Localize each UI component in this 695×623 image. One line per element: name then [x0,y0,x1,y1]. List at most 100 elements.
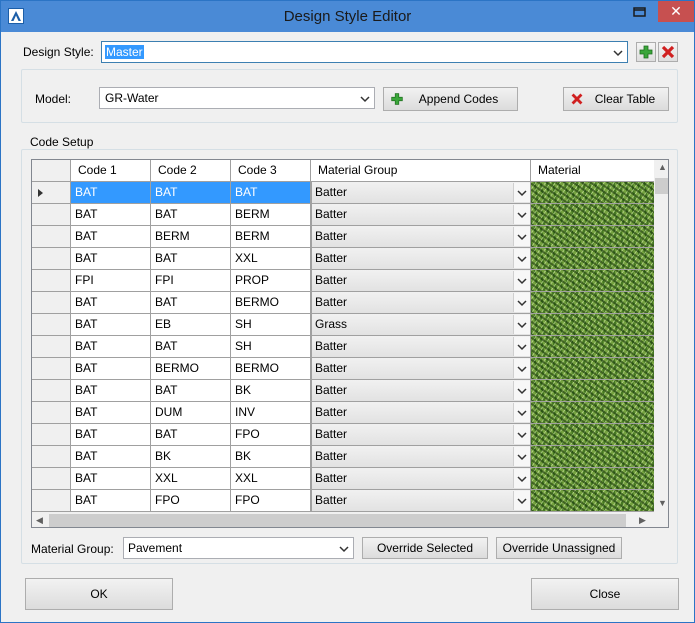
row-header[interactable] [32,204,71,226]
material-group-cell[interactable]: Batter [311,402,531,424]
material-swatch-cell[interactable] [531,182,655,204]
ok-button[interactable]: OK [25,578,173,610]
design-style-select[interactable]: Master [101,41,628,63]
material-group-cell[interactable]: Batter [311,270,531,292]
material-group-dropdown[interactable] [513,249,530,268]
row-header[interactable] [32,446,71,468]
restore-button[interactable] [626,1,652,23]
row-header[interactable] [32,402,71,424]
scroll-right-icon[interactable]: ▶ [639,515,646,526]
code-3-cell[interactable]: BERM [231,204,311,226]
row-header[interactable] [32,292,71,314]
material-group-dropdown[interactable] [513,205,530,224]
vertical-scrollbar[interactable]: ▲ ▼ [654,160,668,512]
code-1-cell[interactable]: BAT [71,468,151,490]
material-swatch-cell[interactable] [531,380,655,402]
code-1-cell[interactable]: BAT [71,204,151,226]
material-group-cell[interactable]: Batter [311,424,531,446]
code-1-cell[interactable]: BAT [71,314,151,336]
material-group-select[interactable]: Pavement [123,537,354,559]
material-group-dropdown[interactable] [513,403,530,422]
material-swatch-cell[interactable] [531,204,655,226]
row-header[interactable] [32,490,71,512]
material-group-dropdown[interactable] [513,381,530,400]
material-swatch-cell[interactable] [531,336,655,358]
column-header[interactable]: Material Group [311,160,531,182]
material-group-cell[interactable]: Batter [311,292,531,314]
column-header[interactable]: Material [531,160,655,182]
material-group-dropdown[interactable] [513,491,530,510]
close-button[interactable]: Close [531,578,679,610]
override-selected-button[interactable]: Override Selected [362,537,488,559]
material-group-cell[interactable]: Batter [311,204,531,226]
delete-style-button[interactable] [658,42,678,62]
code-2-cell[interactable]: FPO [151,490,231,512]
code-3-cell[interactable]: BK [231,446,311,468]
material-group-cell[interactable]: Batter [311,336,531,358]
code-3-cell[interactable]: BERMO [231,292,311,314]
material-swatch-cell[interactable] [531,468,655,490]
code-2-cell[interactable]: EB [151,314,231,336]
code-2-cell[interactable]: XXL [151,468,231,490]
material-group-cell[interactable]: Batter [311,446,531,468]
material-swatch-cell[interactable] [531,402,655,424]
code-1-cell[interactable]: BAT [71,446,151,468]
material-group-cell[interactable]: Grass [311,314,531,336]
column-header[interactable]: Code 3 [231,160,311,182]
column-header[interactable]: Code 1 [71,160,151,182]
code-3-cell[interactable]: SH [231,314,311,336]
material-swatch-cell[interactable] [531,446,655,468]
code-2-cell[interactable]: FPI [151,270,231,292]
code-1-cell[interactable]: BAT [71,402,151,424]
material-swatch-cell[interactable] [531,270,655,292]
material-swatch-cell[interactable] [531,490,655,512]
row-header[interactable] [32,314,71,336]
code-2-cell[interactable]: BAT [151,182,231,204]
code-2-cell[interactable]: BAT [151,248,231,270]
append-codes-button[interactable]: Append Codes [383,87,518,111]
row-header[interactable] [32,336,71,358]
material-group-cell[interactable]: Batter [311,380,531,402]
material-group-cell[interactable]: Batter [311,358,531,380]
material-group-dropdown[interactable] [513,315,530,334]
material-swatch-cell[interactable] [531,358,655,380]
code-2-cell[interactable]: BAT [151,380,231,402]
row-header[interactable] [32,380,71,402]
code-2-cell[interactable]: BAT [151,336,231,358]
code-3-cell[interactable]: XXL [231,248,311,270]
material-swatch-cell[interactable] [531,424,655,446]
code-1-cell[interactable]: BAT [71,358,151,380]
material-group-cell[interactable]: Batter [311,490,531,512]
model-select[interactable]: GR-Water [99,87,375,109]
code-2-cell[interactable]: BAT [151,204,231,226]
material-group-dropdown[interactable] [513,183,530,202]
material-group-dropdown[interactable] [513,425,530,444]
code-1-cell[interactable]: BAT [71,336,151,358]
code-3-cell[interactable]: SH [231,336,311,358]
code-1-cell[interactable]: BAT [71,292,151,314]
material-swatch-cell[interactable] [531,248,655,270]
add-style-button[interactable] [636,42,656,62]
material-group-cell[interactable]: Batter [311,468,531,490]
scroll-up-icon[interactable]: ▲ [658,162,667,172]
vertical-scroll-thumb[interactable] [655,178,668,194]
code-3-cell[interactable]: PROP [231,270,311,292]
code-2-cell[interactable]: BAT [151,292,231,314]
code-1-cell[interactable]: BAT [71,226,151,248]
code-1-cell[interactable]: BAT [71,182,151,204]
material-group-cell[interactable]: Batter [311,182,531,204]
row-header[interactable] [32,358,71,380]
scroll-down-icon[interactable]: ▼ [658,498,667,508]
row-header[interactable] [32,182,71,204]
code-3-cell[interactable]: BAT [231,182,311,204]
code-1-cell[interactable]: BAT [71,380,151,402]
code-1-cell[interactable]: FPI [71,270,151,292]
code-3-cell[interactable]: BERMO [231,358,311,380]
material-swatch-cell[interactable] [531,314,655,336]
code-2-cell[interactable]: DUM [151,402,231,424]
material-group-cell[interactable]: Batter [311,248,531,270]
override-unassigned-button[interactable]: Override Unassigned [496,537,622,559]
material-group-dropdown[interactable] [513,271,530,290]
material-group-dropdown[interactable] [513,359,530,378]
material-group-dropdown[interactable] [513,337,530,356]
